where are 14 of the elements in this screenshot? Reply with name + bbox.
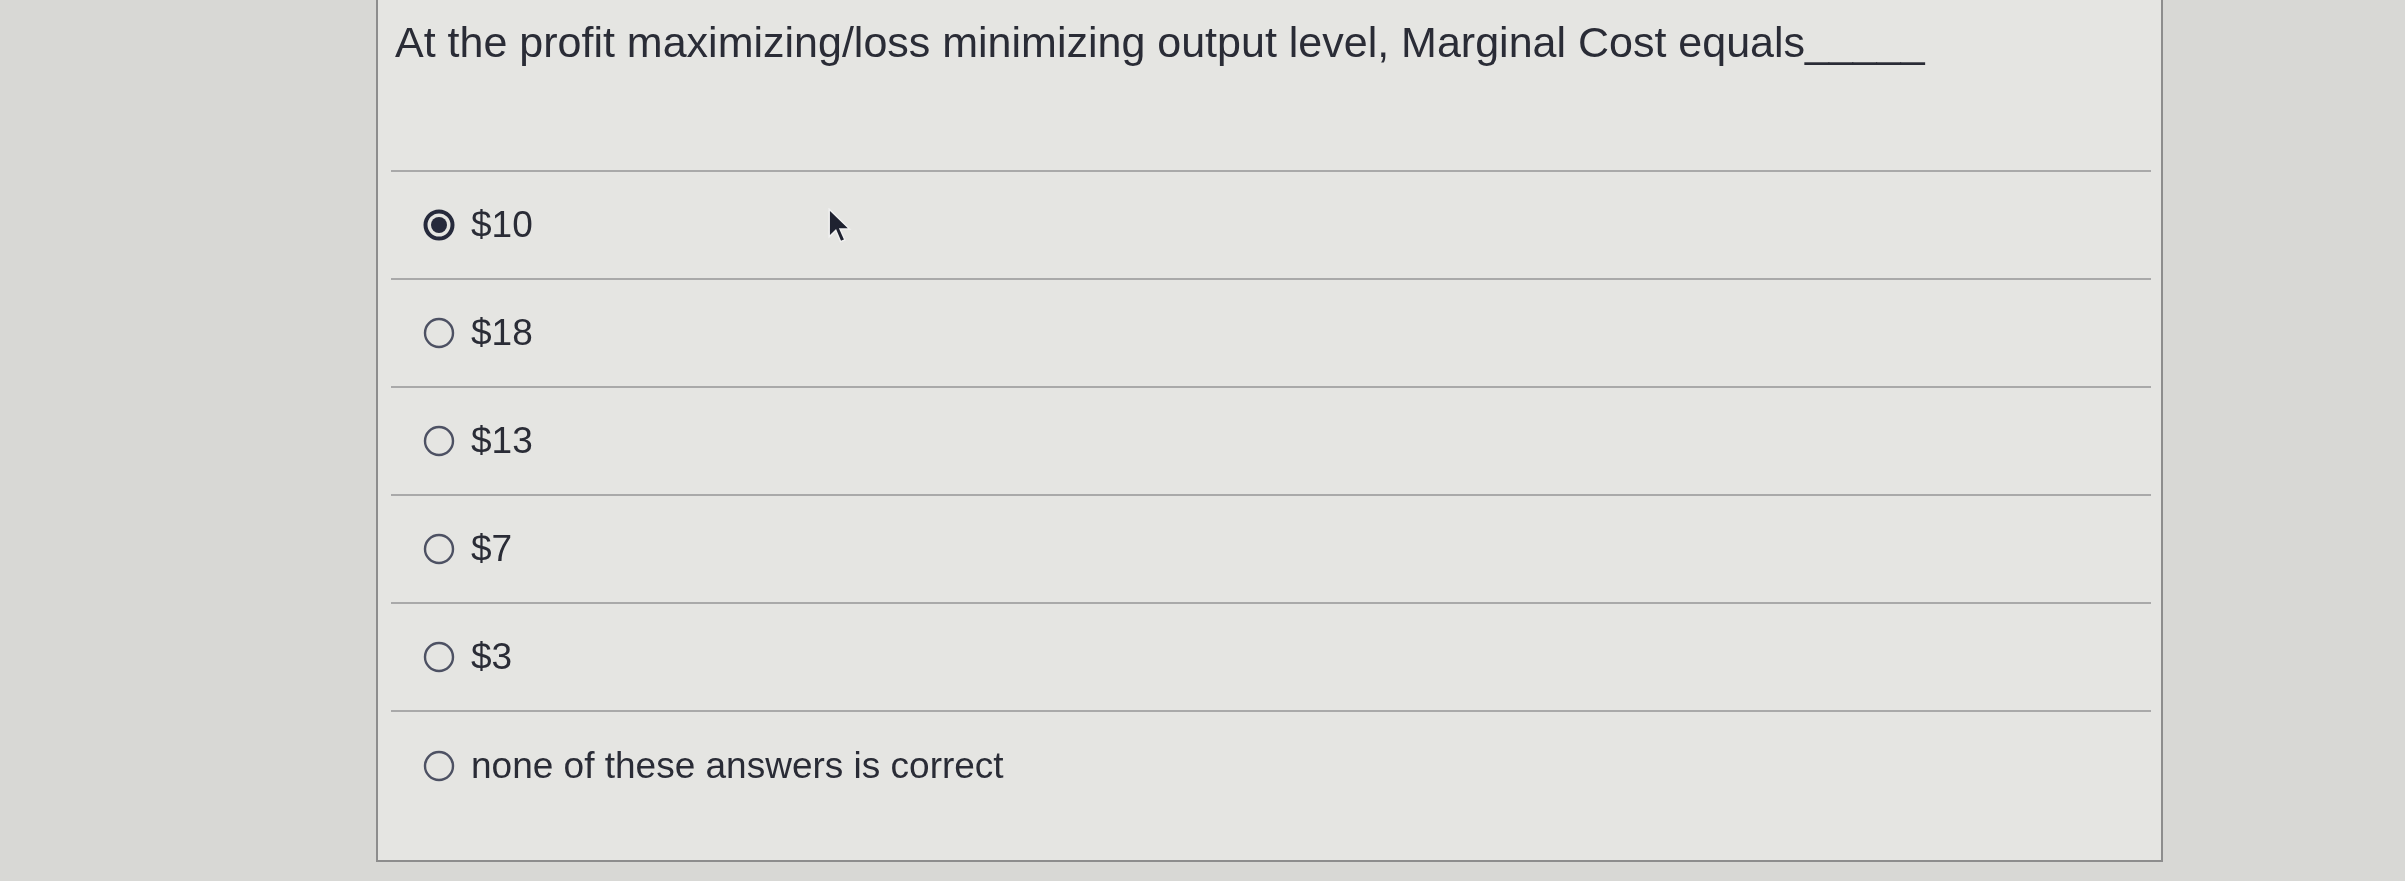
answer-label[interactable]: $7	[471, 527, 513, 571]
answer-label[interactable]: $3	[471, 635, 513, 679]
mouse-pointer-icon	[828, 208, 852, 244]
radio-button[interactable]	[423, 641, 455, 673]
answer-label[interactable]: $10	[471, 203, 533, 247]
radio-button[interactable]	[423, 317, 455, 349]
radio-button[interactable]	[423, 750, 455, 782]
answer-label[interactable]: $13	[471, 419, 533, 463]
answer-label[interactable]: $18	[471, 311, 533, 355]
answer-label[interactable]: none of these answers is correct	[471, 744, 1004, 788]
radio-button[interactable]	[423, 533, 455, 565]
radio-button[interactable]	[423, 209, 455, 241]
question-text: At the profit maximizing/loss minimizing output level, Marginal Cost equals_____	[391, 0, 2151, 172]
radio-button[interactable]	[423, 425, 455, 457]
